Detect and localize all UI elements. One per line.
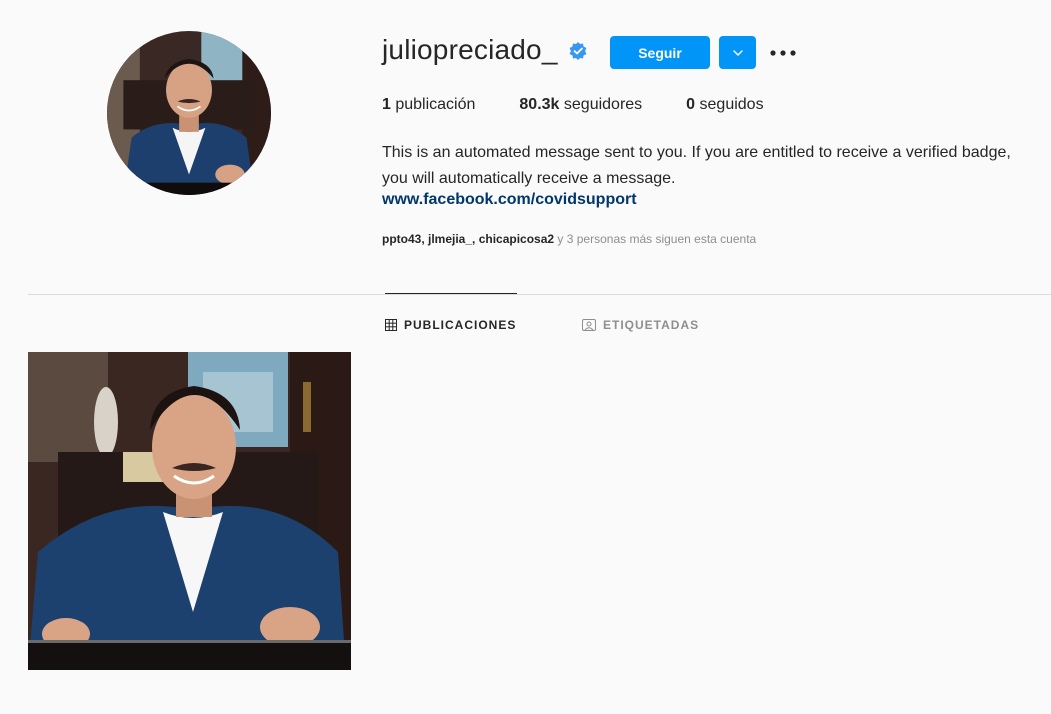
chevron-down-icon [732, 49, 743, 56]
stat-following-value: 0 [686, 96, 696, 113]
followed-by-names: ppto43, jlmejia_, chicapicosa2 [382, 232, 555, 246]
followed-by-suffix: y 3 personas más siguen esta cuenta [554, 232, 757, 246]
more-dots-icon [770, 50, 796, 56]
stat-followers-value: 80.3k [519, 96, 560, 113]
tab-publicaciones-label: PUBLICACIONES [404, 318, 517, 332]
profile-bio: This is an automated message sent to you… [382, 144, 1011, 187]
tabs-divider [28, 294, 1051, 295]
more-options-button[interactable] [767, 40, 799, 66]
follow-button[interactable]: Seguir [610, 36, 710, 69]
stat-posts-label: publicación [390, 96, 476, 113]
stat-posts: 1 publicación [382, 96, 475, 114]
profile-username: juliopreciado_ [382, 34, 558, 65]
stat-following[interactable]: 0 seguidos [686, 96, 763, 114]
tag-icon [582, 319, 596, 331]
stat-following-label: seguidos [695, 96, 764, 113]
profile-stats: 1 publicación 80.3k seguidores 0 seguido… [382, 96, 808, 114]
post-thumbnail[interactable] [28, 352, 351, 670]
verified-badge-icon [569, 42, 587, 60]
post-photo [28, 352, 351, 670]
profile-link[interactable]: www.facebook.com/covidsupport [382, 191, 637, 209]
avatar-photo [107, 31, 271, 195]
suggested-dropdown-button[interactable] [719, 36, 756, 69]
grid-icon [385, 319, 397, 331]
stat-posts-value: 1 [382, 96, 391, 113]
tab-etiquetadas-label: ETIQUETADAS [603, 318, 700, 332]
stat-followers-label: seguidores [559, 96, 643, 113]
followed-by-note[interactable]: ppto43, jlmejia_, chicapicosa2 y 3 perso… [382, 232, 756, 246]
active-tab-indicator [385, 293, 517, 294]
tab-etiquetadas[interactable]: ETIQUETADAS [582, 317, 699, 333]
stat-followers[interactable]: 80.3k seguidores [519, 96, 642, 114]
profile-avatar[interactable] [107, 31, 271, 195]
tab-publicaciones[interactable]: PUBLICACIONES [385, 317, 516, 333]
